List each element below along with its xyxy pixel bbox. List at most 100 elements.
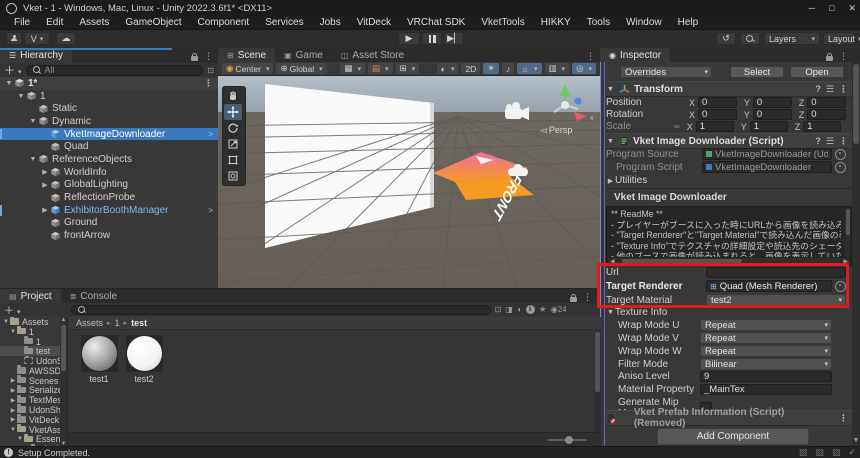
info-icon[interactable]: i — [525, 305, 535, 314]
presets-icon[interactable]: ☰ — [826, 136, 834, 147]
object-picker-icon[interactable] — [835, 148, 846, 160]
hierarchy-row-vketimagedownloader[interactable]: VketImageDownloader > ⋮ — [0, 127, 218, 141]
tool-handle-rotation-dropdown[interactable]: ⊕ Global ▾ — [276, 63, 327, 74]
expand-arrow-icon[interactable]: ▼ — [2, 319, 10, 325]
scale-z-field[interactable]: 1 — [803, 121, 842, 132]
asset-test1[interactable]: test1 — [77, 335, 121, 384]
breadcrumb-item[interactable]: Assets — [76, 318, 103, 328]
expand-arrow-icon[interactable]: ▼ — [28, 118, 38, 125]
open-button[interactable]: Open — [790, 66, 844, 78]
undo-history-button[interactable]: ↺ — [716, 32, 736, 45]
grid-snapping-dropdown[interactable]: ⊞ ▾ — [395, 63, 420, 74]
project-tree-vitdeck[interactable]: ▶ VitDeck — [0, 414, 60, 425]
expand-arrow-icon[interactable]: ▶ — [40, 181, 50, 189]
hierarchy-row-static[interactable]: Static > ⋮ — [0, 102, 218, 115]
overrides-dropdown[interactable]: Overrides ▾ — [620, 66, 712, 78]
position-x-field[interactable]: 0 — [698, 97, 737, 108]
create-button[interactable]: ＋ ▾ — [4, 302, 21, 317]
filter-mode-dropdown[interactable]: Bilinear ▾ — [700, 358, 832, 370]
project-tree-awssdk[interactable]: AWSSDK — [0, 365, 60, 376]
menu-item-edit[interactable]: Edit — [38, 17, 71, 28]
wrap-mode-v-dropdown[interactable]: Repeat ▾ — [700, 332, 832, 344]
expand-arrow-icon[interactable]: ▶ — [40, 168, 50, 176]
hidden-count-badge[interactable]: ◉24 — [551, 305, 567, 314]
lock-icon[interactable] — [826, 52, 833, 61]
target-renderer-field[interactable]: ⊞ Quad (Mesh Renderer) — [706, 280, 832, 292]
position-y-field[interactable]: 0 — [752, 97, 792, 108]
aniso-level-field[interactable]: 9 — [700, 371, 832, 382]
expand-arrow-icon[interactable]: ▶ — [9, 377, 17, 384]
foldout-arrow-icon[interactable]: ▼ — [606, 138, 615, 145]
maximize-button[interactable]: □ — [829, 3, 834, 13]
program-script-field[interactable]: VketImageDownloader — [702, 161, 832, 173]
project-tree-essent[interactable]: ▼ Essent — [0, 433, 60, 444]
tab-hierarchy[interactable]: ☰ Hierarchy — [0, 48, 72, 63]
progress-ok-icon[interactable]: ✓ — [848, 447, 856, 458]
project-tree-1[interactable]: ▼ 1 — [0, 326, 60, 337]
project-tree-scrollbar[interactable]: ▲ ▼ — [60, 317, 67, 447]
panel-menu-icon[interactable]: ⋮ — [586, 51, 595, 62]
hierarchy-row-1[interactable]: ▼ 1* > ⋮ — [0, 77, 218, 90]
rotation-y-field[interactable]: 0 — [752, 109, 792, 120]
tool-handle-pivot-dropdown[interactable]: ◉ Center ▾ — [222, 63, 274, 74]
close-button[interactable]: ✕ — [848, 3, 856, 14]
menu-item-component[interactable]: Component — [190, 17, 258, 28]
scale-y-field[interactable]: 1 — [749, 121, 788, 132]
expand-arrow-icon[interactable]: ▶ — [9, 387, 17, 394]
project-search-input[interactable] — [70, 304, 491, 315]
project-tree-vketasse[interactable]: ▼ VketAsse — [0, 424, 60, 435]
expand-arrow-icon[interactable]: ▶ — [9, 416, 17, 423]
scene-effects-dropdown[interactable]: ☼ ▾ — [517, 63, 542, 74]
scroll-down-icon[interactable]: ▼ — [852, 437, 860, 444]
muted-log-icon[interactable]: ▧ — [815, 447, 824, 458]
presets-icon[interactable]: ☰ — [826, 84, 834, 95]
hierarchy-row-ground[interactable]: Ground > ⋮ — [0, 217, 218, 230]
panel-menu-icon[interactable]: ⋮ — [204, 51, 213, 62]
menu-item-vrchat-sdk[interactable]: VRChat SDK — [399, 17, 473, 28]
scale-x-field[interactable]: 1 — [695, 121, 734, 132]
hierarchy-row-globallighting[interactable]: ▶ GlobalLighting > ⋮ — [0, 179, 218, 192]
hierarchy-row-worldinfo[interactable]: ▶ WorldInfo > ⋮ — [0, 166, 218, 179]
select-button[interactable]: Select — [730, 66, 784, 78]
project-tree-1[interactable]: 1 — [0, 335, 60, 347]
expand-arrow-icon[interactable]: ▼ — [9, 427, 17, 433]
camera-gizmo-icon[interactable] — [505, 102, 529, 120]
project-tree-serialize[interactable]: ▶ Serialize — [0, 384, 60, 395]
tab-asset-store[interactable]: ◫ Asset Store — [332, 48, 413, 62]
tab-console[interactable]: ≣ Console — [61, 289, 126, 303]
hand-tool-button[interactable] — [224, 88, 242, 104]
texture-info-foldout[interactable]: ▼ Texture Info — [606, 307, 846, 318]
wrap-mode-u-dropdown[interactable]: Repeat ▾ — [700, 319, 832, 331]
project-tree-udons[interactable]: UdonS — [0, 356, 60, 366]
link-scale-icon[interactable]: ∞ — [674, 122, 680, 131]
material-property-field[interactable]: _MainTex — [700, 384, 832, 395]
component-menu-icon[interactable]: ⋮ — [839, 84, 848, 95]
project-tree-udonsha[interactable]: ▶ UdonSha — [0, 404, 60, 415]
help-icon[interactable]: ? — [815, 84, 821, 94]
hierarchy-row-frontarrow[interactable]: frontArrow > ⋮ — [0, 229, 218, 242]
hierarchy-row-1[interactable]: ▼ 1 > ⋮ — [0, 90, 218, 103]
transform-component-header[interactable]: ▼ Transform ? ☰ ⋮ — [606, 81, 852, 97]
menu-item-window[interactable]: Window — [618, 17, 670, 28]
asset-test2[interactable]: test2 — [122, 335, 166, 384]
menu-item-gameobject[interactable]: GameObject — [117, 17, 189, 28]
menu-item-vitdeck[interactable]: VitDeck — [349, 17, 399, 28]
front-arrow-object[interactable]: FRONT — [433, 152, 534, 224]
wrap-mode-w-dropdown[interactable]: Repeat ▾ — [700, 345, 832, 357]
project-tree-assets[interactable]: ▼ Assets — [0, 317, 60, 327]
help-icon[interactable]: ? — [815, 136, 821, 146]
object-picker-icon[interactable] — [835, 161, 846, 173]
menu-item-file[interactable]: File — [6, 17, 38, 28]
expand-arrow-icon[interactable]: ▶ — [9, 407, 17, 414]
foldout-arrow-icon[interactable]: ▼ — [606, 86, 615, 93]
create-button[interactable]: ＋ ▾ — [4, 62, 22, 78]
search-everything-button[interactable] — [740, 32, 760, 45]
utilities-foldout[interactable]: ▶ Utilities — [606, 175, 846, 186]
menu-item-assets[interactable]: Assets — [71, 17, 117, 28]
tab-game[interactable]: ▣ Game — [275, 48, 332, 62]
prefab-chevron-icon[interactable]: > — [208, 206, 213, 215]
layout-dropdown[interactable]: Layout ▾ — [823, 32, 860, 45]
breadcrumb-item[interactable]: 1 — [115, 318, 120, 328]
persp-indicator[interactable]: ◅ Persp — [540, 125, 572, 135]
expand-arrow-icon[interactable]: ▶ — [9, 397, 17, 404]
